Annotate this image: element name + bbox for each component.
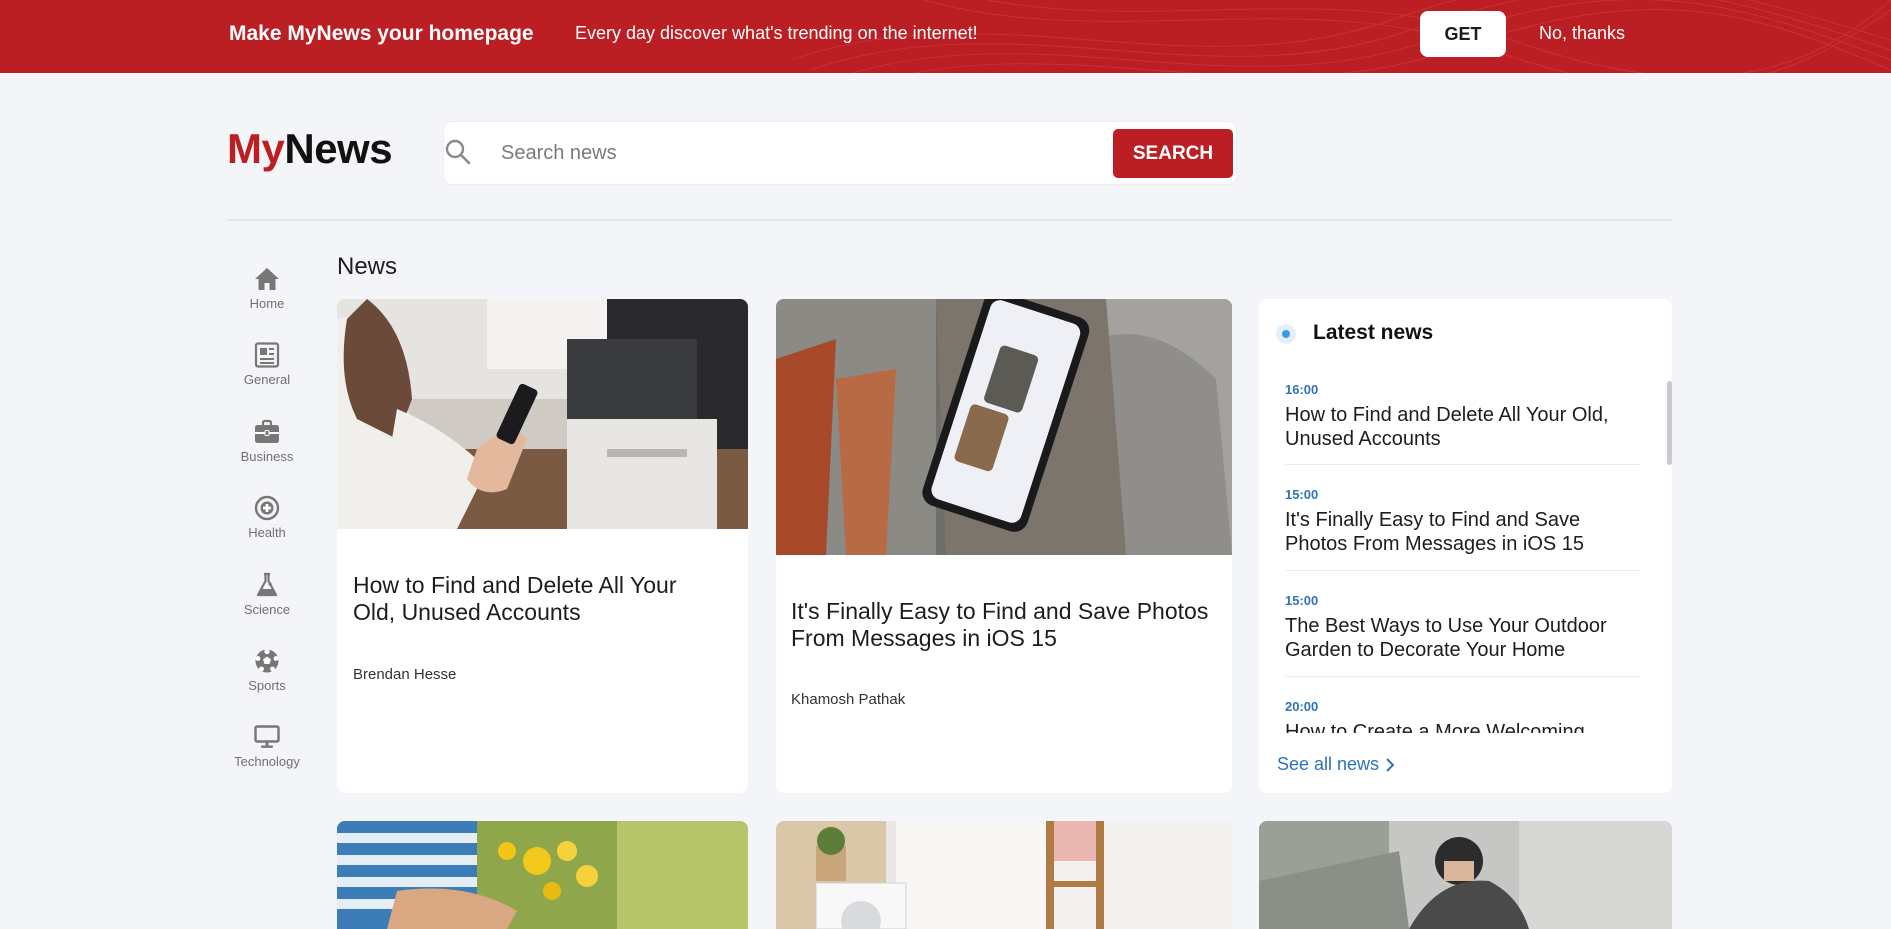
latest-news-headline[interactable]: How to Find and Delete All Your Old, Unu… (1285, 403, 1640, 451)
latest-news-title: Latest news (1313, 321, 1434, 344)
latest-news-divider (1285, 676, 1640, 677)
sidebar-item-label: Business (240, 449, 294, 464)
article-title[interactable]: It's Finally Easy to Find and Save Photo… (791, 598, 1211, 652)
sidebar-item-label: General (243, 372, 291, 387)
sidebar-item-label: Home (249, 296, 285, 311)
latest-news-item[interactable]: 15:00 It's Finally Easy to Find and Save… (1285, 487, 1640, 556)
sidebar-item-label: Health (248, 525, 286, 540)
briefcase-icon (255, 419, 279, 443)
latest-news-item[interactable]: 16:00 How to Find and Delete All Your Ol… (1285, 382, 1640, 451)
header-divider (227, 219, 1672, 221)
article-image (337, 821, 748, 929)
article-image (1259, 821, 1672, 929)
latest-news-time: 16:00 (1285, 382, 1319, 397)
latest-news-divider (1285, 464, 1640, 465)
latest-news-scrollbar[interactable] (1667, 381, 1672, 465)
sidebar-item-science[interactable]: Science (227, 572, 307, 617)
search-input[interactable] (501, 134, 1041, 172)
latest-news-panel: Latest news 16:00 How to Find and Delete… (1259, 299, 1672, 793)
search-icon (445, 139, 471, 165)
article-image (776, 821, 1232, 929)
banner-title: Make MyNews your homepage (229, 22, 534, 45)
newspaper-icon (254, 342, 280, 368)
sidebar-item-label: Sports (248, 678, 286, 693)
see-all-news-label: See all news (1277, 754, 1380, 774)
chevron-right-icon (1386, 757, 1395, 772)
article-card[interactable]: How to Find and Delete All Your Old, Unu… (337, 299, 748, 793)
latest-news-headline[interactable]: How to Create a More Welcoming (1285, 720, 1640, 733)
latest-news-time: 15:00 (1285, 487, 1319, 502)
article-title[interactable]: How to Find and Delete All Your Old, Unu… (353, 572, 723, 626)
banner-subtitle: Every day discover what's trending on th… (575, 23, 978, 43)
sidebar-item-general[interactable]: General (227, 342, 307, 387)
health-icon (254, 495, 280, 521)
mynews-logo[interactable]: MyNews (227, 125, 393, 172)
flask-icon (256, 572, 278, 597)
sidebar-item-label: Science (243, 602, 291, 617)
article-card[interactable] (337, 821, 748, 929)
search-button[interactable]: SEARCH (1113, 129, 1233, 178)
article-card[interactable]: It's Finally Easy to Find and Save Photo… (776, 299, 1232, 793)
see-all-news-link[interactable]: See all news (1277, 754, 1395, 775)
article-card[interactable] (776, 821, 1232, 929)
sidebar-item-technology[interactable]: Technology (227, 724, 307, 769)
monitor-icon (254, 725, 280, 748)
soccer-ball-icon (255, 648, 279, 673)
sidebar-item-sports[interactable]: Sports (227, 648, 307, 693)
latest-news-item[interactable]: 20:00 How to Create a More Welcoming (1285, 699, 1640, 733)
get-button[interactable]: GET (1420, 11, 1506, 57)
latest-news-time: 15:00 (1285, 593, 1319, 608)
sidebar-item-health[interactable]: Health (227, 495, 307, 540)
logo-my: My (227, 125, 285, 172)
latest-news-headline[interactable]: It's Finally Easy to Find and Save Photo… (1285, 508, 1640, 556)
home-icon (255, 268, 279, 290)
article-author: Khamosh Pathak (791, 691, 906, 708)
article-image (337, 299, 748, 529)
live-dot-icon (1276, 324, 1296, 344)
sidebar-item-business[interactable]: Business (227, 419, 307, 464)
latest-news-item[interactable]: 15:00 The Best Ways to Use Your Outdoor … (1285, 593, 1640, 662)
latest-news-time: 20:00 (1285, 699, 1319, 714)
no-thanks-link[interactable]: No, thanks (1539, 23, 1625, 44)
article-card[interactable] (1259, 821, 1672, 929)
latest-news-divider (1285, 570, 1640, 571)
article-image (776, 299, 1232, 555)
section-title: News (337, 253, 398, 280)
latest-news-headline[interactable]: The Best Ways to Use Your Outdoor Garden… (1285, 614, 1640, 662)
sidebar-item-home[interactable]: Home (227, 266, 307, 311)
homepage-promo-banner: Make MyNews your homepage Every day disc… (0, 0, 1891, 73)
article-author: Brendan Hesse (353, 666, 457, 683)
latest-news-list[interactable]: 16:00 How to Find and Delete All Your Ol… (1285, 379, 1640, 733)
search-bar: SEARCH (444, 122, 1236, 184)
logo-news: News (284, 125, 393, 172)
sidebar-item-label: Technology (234, 754, 300, 769)
